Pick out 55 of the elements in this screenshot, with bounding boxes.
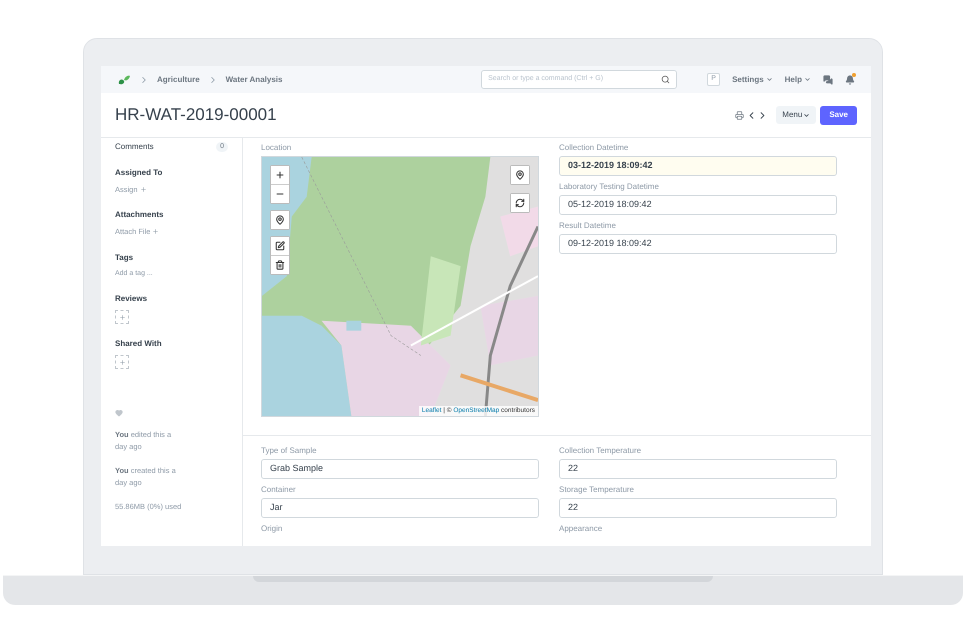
input-field[interactable]: 09-12-2019 18:09:42 <box>559 234 837 254</box>
sidebar-heading: Assigned To <box>115 167 164 179</box>
input-field[interactable]: Jar <box>261 498 539 518</box>
caret-icon <box>803 112 810 118</box>
sidebar-heading: Comments <box>115 141 154 153</box>
plus-icon <box>152 228 160 236</box>
nav-menu[interactable]: Settings <box>732 74 773 86</box>
caret-icon <box>766 76 773 83</box>
search-icon <box>661 75 670 84</box>
field-label: Type of Sample <box>261 446 318 456</box>
menu-button[interactable]: Menu <box>776 106 816 124</box>
input-field[interactable]: 05-12-2019 18:09:42 <box>559 195 837 215</box>
locate-button[interactable] <box>511 166 529 184</box>
sidebar-heading: Tags <box>115 252 134 264</box>
edit-button[interactable] <box>271 237 289 255</box>
refresh-button[interactable] <box>511 194 529 212</box>
field-label: Appearance <box>559 524 604 534</box>
sidebar-heading: Reviews <box>115 293 148 305</box>
trash-icon <box>275 260 285 270</box>
plus-icon <box>118 314 126 320</box>
sidebar-heading: Attachments <box>115 209 164 222</box>
input-field[interactable]: 22 <box>559 498 837 518</box>
pin-icon <box>515 170 525 180</box>
field-label: Collection Temperature <box>559 446 642 456</box>
input-field[interactable]: 03-12-2019 18:09:42 <box>559 156 837 176</box>
input-field[interactable]: 22 <box>559 459 837 479</box>
field-label: Location <box>261 143 292 153</box>
pin-icon <box>275 215 285 225</box>
zoom-in-button[interactable] <box>271 166 289 184</box>
marker-button[interactable] <box>271 211 289 229</box>
field-label: Origin <box>261 524 284 534</box>
refresh-icon <box>515 198 525 208</box>
save-button[interactable]: Save <box>820 106 857 124</box>
logo-icon <box>117 74 131 86</box>
edit-icon <box>275 241 285 251</box>
breadcrumb-link[interactable]: Agriculture <box>157 74 200 86</box>
bell-icon[interactable] <box>845 74 855 84</box>
field-label: Laboratory Testing Datetime <box>559 182 660 192</box>
plus-icon <box>118 358 126 366</box>
delete-button[interactable] <box>271 256 289 274</box>
zoom-out-button[interactable] <box>271 185 289 203</box>
breadcrumb-link[interactable]: Water Analysis <box>226 74 282 86</box>
caret-icon <box>804 76 811 83</box>
field-label: Storage Temperature <box>559 485 636 495</box>
input-field[interactable]: Grab Sample <box>261 459 539 479</box>
plus-icon <box>275 170 285 180</box>
field-label: Container <box>261 485 297 495</box>
sidebar-heading: Shared With <box>115 338 163 350</box>
print-icon[interactable] <box>735 110 744 120</box>
field-label: Collection Datetime <box>559 143 630 153</box>
page-title: HR-WAT-2019-00001 <box>115 104 278 126</box>
chat-icon[interactable] <box>823 74 833 84</box>
plus-icon <box>140 186 147 194</box>
field-label: Result Datetime <box>559 221 617 231</box>
nav-menu[interactable]: Help <box>784 74 811 86</box>
